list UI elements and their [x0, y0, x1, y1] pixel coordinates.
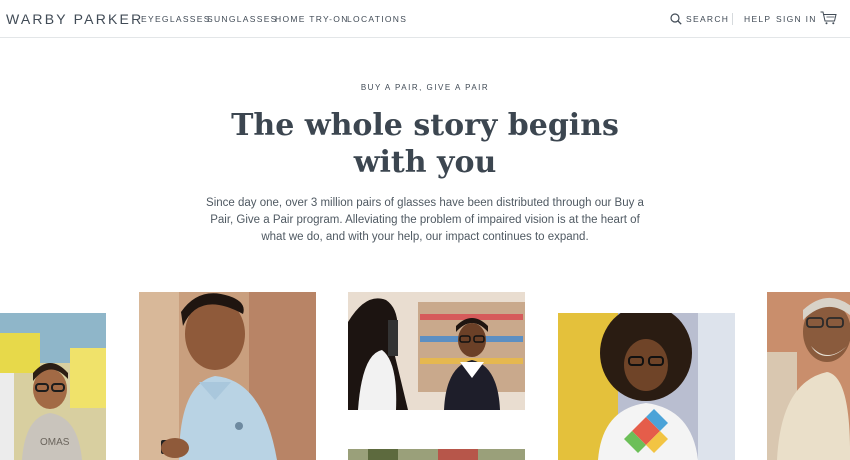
search-icon[interactable]	[670, 13, 682, 25]
photo-elderly-man	[767, 292, 850, 460]
nav-link-locations[interactable]: LOCATIONS	[347, 14, 407, 24]
photo-eye-exam	[348, 292, 525, 410]
photo-boy-classroom: OMAS	[0, 313, 106, 460]
section-eyebrow: BUY A PAIR, GIVE A PAIR	[360, 83, 490, 92]
headline-line-2: with you	[353, 145, 497, 180]
top-navigation: WARBY PARKER EYEGLASSES SUNGLASSES HOME …	[0, 0, 850, 38]
photo-girl-curly-hair	[558, 313, 735, 460]
photo-man-blue-polo	[139, 292, 316, 460]
nav-link-eyeglasses[interactable]: EYEGLASSES	[141, 14, 211, 24]
svg-text:OMAS: OMAS	[40, 437, 70, 448]
nav-divider	[732, 13, 733, 25]
headline-line-1: The whole story begins	[231, 108, 619, 143]
warby-parker-logo[interactable]: WARBY PARKER	[6, 11, 143, 27]
nav-link-home-try-on[interactable]: HOME TRY-ON	[275, 14, 349, 24]
cart-icon[interactable]	[820, 11, 837, 25]
search-link[interactable]: SEARCH	[686, 14, 729, 24]
intro-paragraph: Since day one, over 3 million pairs of g…	[206, 197, 644, 243]
sign-in-link[interactable]: SIGN IN	[776, 14, 817, 24]
help-link[interactable]: HELP	[744, 14, 771, 24]
page-headline: The whole story begins with you	[225, 107, 625, 181]
photo-classroom-strip	[348, 449, 525, 460]
nav-link-sunglasses[interactable]: SUNGLASSES	[207, 14, 278, 24]
